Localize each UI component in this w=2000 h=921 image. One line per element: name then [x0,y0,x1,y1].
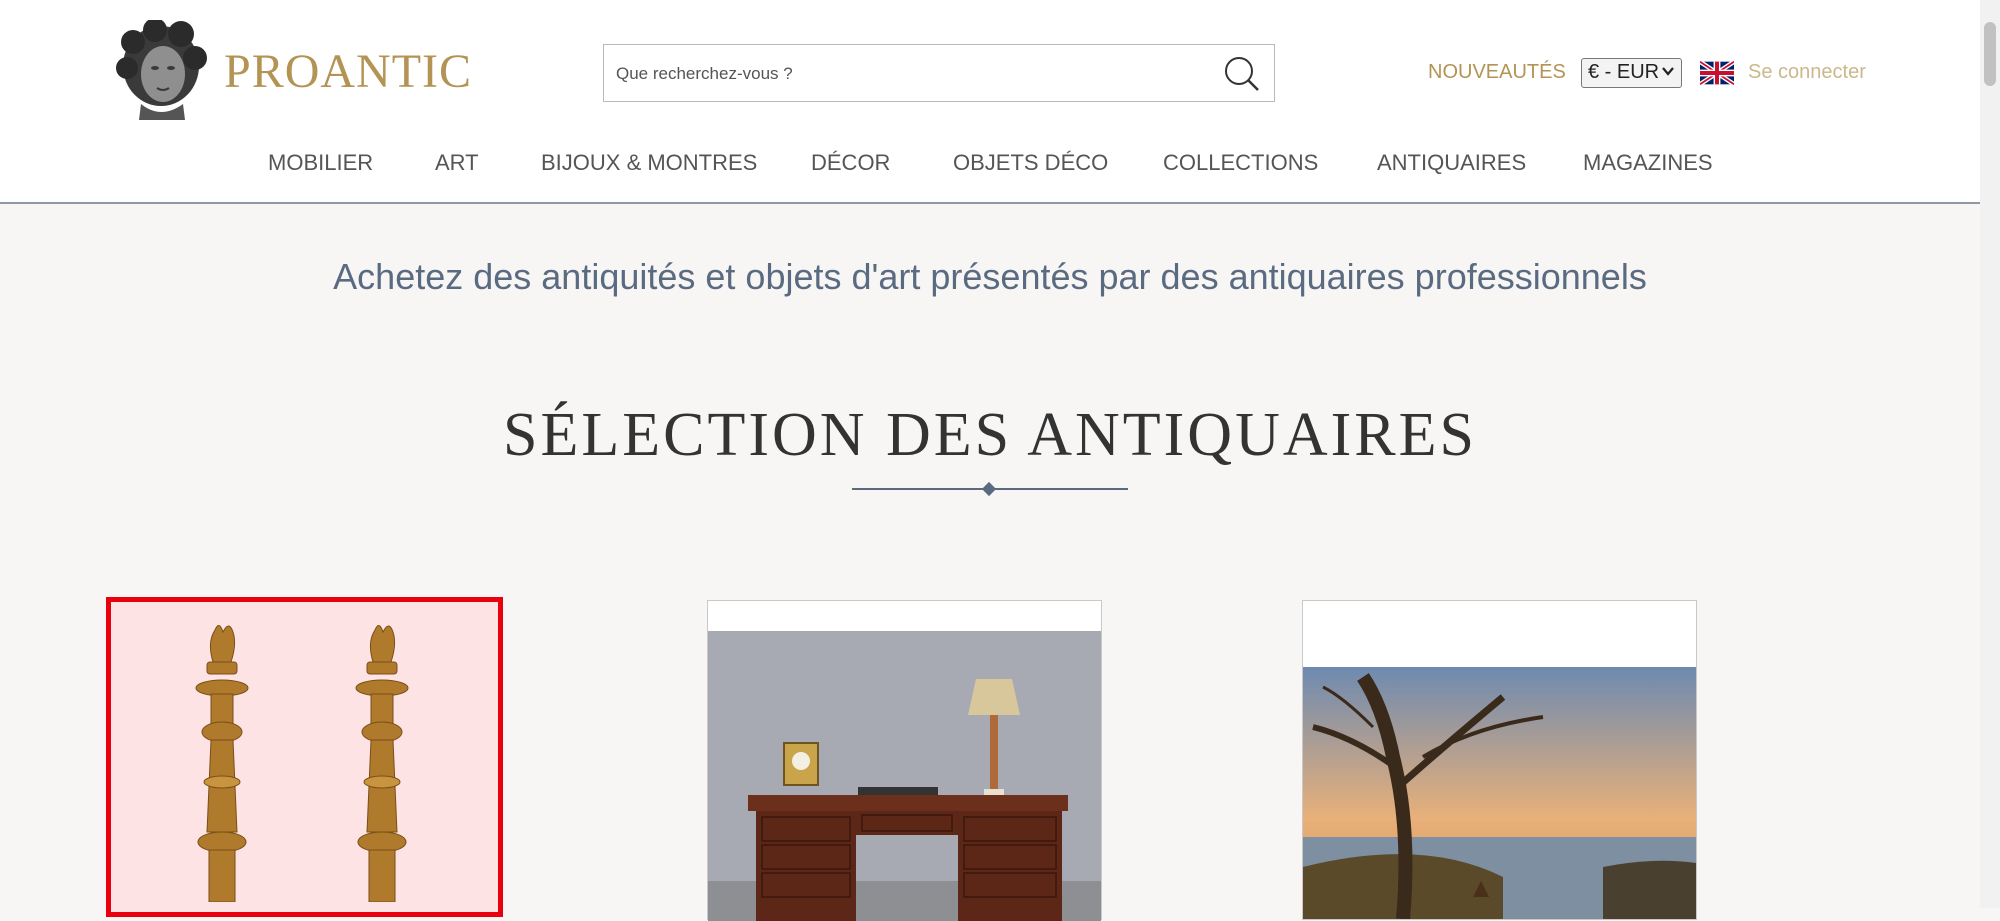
currency-value: € - EUR [1588,61,1660,83]
chevron-down-icon [1662,67,1674,76]
search-box [603,44,1275,103]
product-image-desk [708,631,1101,921]
nav-mobilier[interactable]: MOBILIER [268,150,373,176]
product-card-candlesticks[interactable] [106,597,503,917]
scroll-thumb[interactable] [1984,22,1996,86]
nav-antiquaires[interactable]: ANTIQUAIRES [1377,150,1526,176]
tagline: Achetez des antiquités et objets d'art p… [333,256,1647,297]
title-divider-ornament [981,481,997,497]
nouveautes-link[interactable]: NOUVEAUTÉS [1428,61,1566,84]
nav-art[interactable]: ART [435,150,479,176]
search-input[interactable] [614,45,1208,103]
login-link[interactable]: Se connecter [1748,61,1866,84]
nav-bijoux-montres[interactable]: BIJOUX & MONTRES [541,150,757,176]
product-image-painting [1303,667,1696,919]
product-card-desk[interactable] [707,600,1102,921]
product-card-painting[interactable] [1302,600,1697,920]
nav-collections[interactable]: COLLECTIONS [1163,150,1318,176]
currency-select[interactable]: € - EUR [1581,58,1682,88]
search-icon[interactable] [1220,52,1264,96]
logo-bust-icon[interactable] [111,20,211,122]
logo-text[interactable]: PROANTIC [224,44,472,99]
nav-objets-deco[interactable]: OBJETS DÉCO [953,150,1108,176]
main-nav: MOBILIER ART BIJOUX & MONTRES DÉCOR OBJE… [0,150,1980,180]
nav-magazines[interactable]: MAGAZINES [1583,150,1713,176]
product-image-candlesticks [195,625,409,902]
page-scrollbar[interactable] [1980,0,2000,908]
section-title: SÉLECTION DES ANTIQUAIRES [503,401,1477,469]
uk-flag-icon[interactable] [1700,61,1734,85]
site-header: PROANTIC NOUVEAUTÉS € - EUR Se connecter… [0,0,1980,204]
nav-decor[interactable]: DÉCOR [811,150,890,176]
